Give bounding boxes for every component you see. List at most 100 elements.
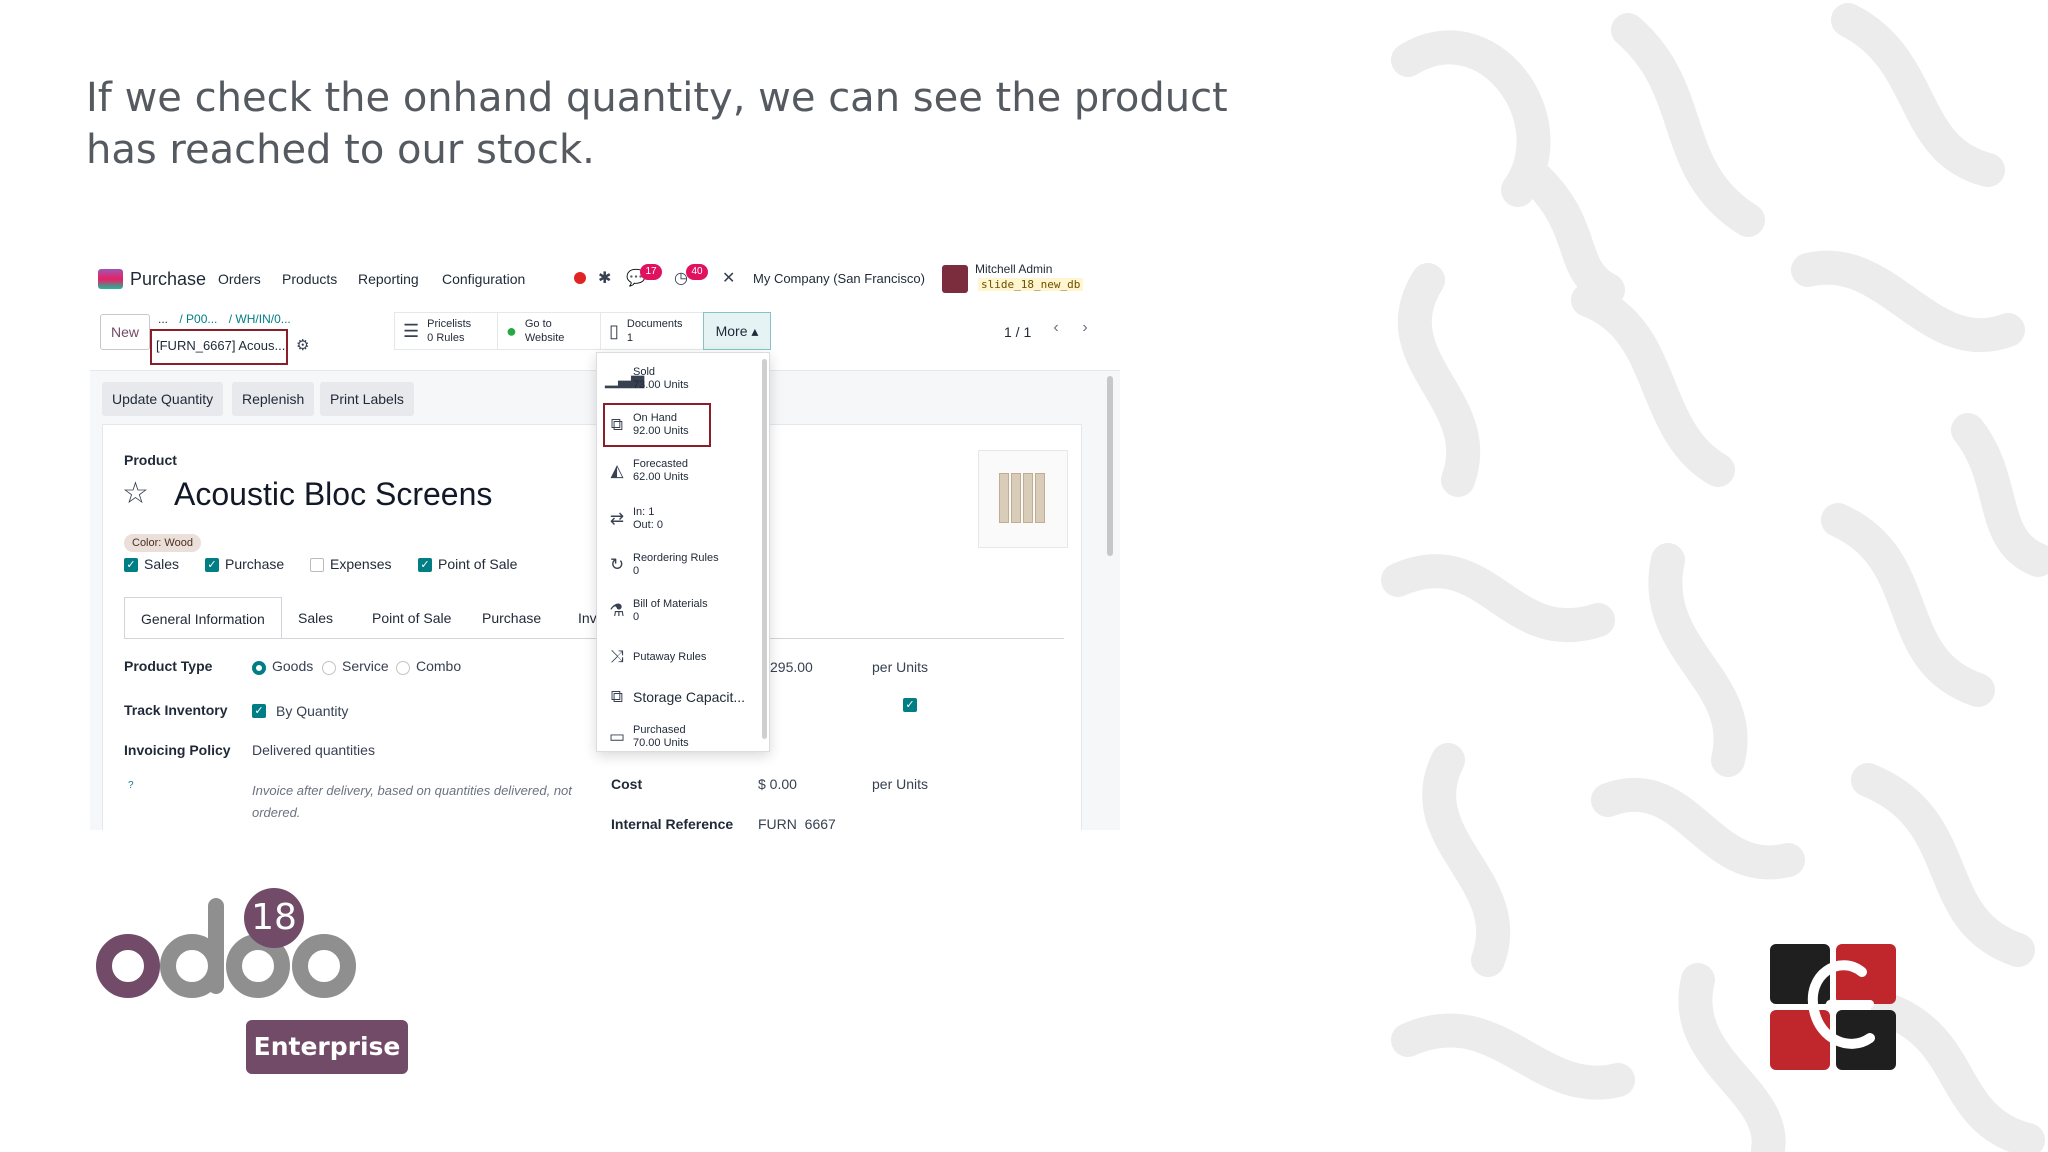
pricelists-button[interactable]: ☰ Pricelists 0 Rules bbox=[394, 312, 498, 350]
recording-dot-icon[interactable] bbox=[574, 272, 586, 284]
document-icon: ▯ bbox=[609, 320, 619, 341]
dropdown-storage-capacity[interactable]: ⧉ Storage Capacit... bbox=[605, 675, 755, 719]
cost-value[interactable]: $ 0.00 bbox=[758, 776, 797, 792]
go-to-website-button[interactable]: ● Go to Website bbox=[497, 312, 601, 350]
new-button[interactable]: New bbox=[100, 314, 150, 350]
cubes-icon: ⧉ bbox=[610, 687, 624, 706]
tab-general-information[interactable]: General Information bbox=[124, 597, 282, 639]
service-label: Service bbox=[342, 658, 389, 674]
tab-divider bbox=[124, 638, 1064, 639]
purchase-label: Purchase bbox=[225, 556, 285, 572]
company-logo bbox=[1770, 944, 1896, 1070]
refresh-icon: ↻ bbox=[609, 555, 625, 574]
company-switcher[interactable]: My Company (San Francisco) bbox=[753, 271, 925, 286]
track-inventory-label: Track Inventory bbox=[124, 702, 228, 718]
random-icon: ⤨ bbox=[610, 647, 624, 666]
track-inventory-checkbox[interactable]: ✓ bbox=[252, 704, 266, 718]
pager-prev-icon[interactable]: ‹ bbox=[1043, 314, 1069, 342]
documents-button[interactable]: ▯ Documents 1 bbox=[600, 312, 704, 350]
tools-icon[interactable]: ✕ bbox=[722, 268, 735, 288]
more-button[interactable]: More ▴ bbox=[703, 312, 771, 350]
combo-label: Combo bbox=[416, 658, 462, 674]
dropdown-scrollbar[interactable] bbox=[762, 359, 767, 739]
attribute-tag: Color: Wood bbox=[124, 534, 201, 552]
breadcrumb-po[interactable]: / P00... bbox=[179, 312, 217, 326]
purchase-checkbox[interactable]: ✓ bbox=[205, 558, 219, 572]
cost-label: Cost bbox=[611, 776, 643, 792]
record-name[interactable]: [FURN_6667] Acous... bbox=[150, 329, 288, 365]
user-name[interactable]: Mitchell Admin bbox=[975, 262, 1052, 276]
internal-reference-label: Internal Reference bbox=[611, 816, 734, 830]
avatar[interactable] bbox=[942, 265, 968, 293]
tab-purchase[interactable]: Purchase bbox=[466, 597, 557, 639]
breadcrumb-receipt[interactable]: / WH/IN/0... bbox=[229, 312, 291, 326]
globe-icon: ● bbox=[506, 320, 517, 341]
dropdown-on-hand[interactable]: ⧉ On Hand 92.00 Units bbox=[603, 403, 711, 447]
update-quantity-button[interactable]: Update Quantity bbox=[102, 382, 224, 416]
product-type-label: Product Type bbox=[124, 658, 213, 674]
menu-orders[interactable]: Orders bbox=[218, 271, 261, 287]
cubes-icon: ⧉ bbox=[610, 415, 624, 434]
area-chart-icon: ◭ bbox=[610, 461, 624, 480]
form-scrollbar[interactable] bbox=[1107, 376, 1113, 556]
menu-products[interactable]: Products bbox=[282, 271, 337, 287]
expenses-checkbox[interactable] bbox=[310, 558, 324, 572]
credit-card-icon: ▭ bbox=[608, 727, 626, 746]
product-image[interactable] bbox=[978, 450, 1068, 548]
gear-icon[interactable]: ⚙ bbox=[296, 336, 309, 354]
dropdown-sold[interactable]: ▁▃▅ Sold 73.00 Units bbox=[605, 357, 755, 401]
star-icon[interactable]: ☆ bbox=[122, 476, 149, 511]
tab-point-of-sale[interactable]: Point of Sale bbox=[356, 597, 467, 639]
sales-price-unit: per Units bbox=[872, 659, 929, 675]
exchange-icon: ⇄ bbox=[609, 509, 625, 528]
dropdown-reordering-rules[interactable]: ↻ Reordering Rules 0 bbox=[605, 543, 755, 587]
sales-price-value[interactable]: 295.00 bbox=[770, 659, 813, 675]
combo-radio[interactable] bbox=[396, 661, 410, 675]
taxes-checkbox[interactable]: ✓ bbox=[903, 698, 917, 712]
point-of-sale-label: Point of Sale bbox=[438, 556, 518, 572]
product-label: Product bbox=[124, 452, 177, 468]
decorative-pattern bbox=[1381, 3, 2048, 1152]
activity-badge: 40 bbox=[686, 264, 708, 280]
replenish-button[interactable]: Replenish bbox=[232, 382, 315, 416]
purchase-app-icon bbox=[98, 269, 123, 289]
enterprise-badge: Enterprise bbox=[246, 1020, 408, 1074]
cost-unit: per Units bbox=[872, 776, 929, 792]
goods-label: Goods bbox=[272, 658, 314, 674]
track-inventory-value[interactable]: By Quantity bbox=[276, 703, 348, 719]
list-icon: ☰ bbox=[403, 320, 420, 341]
slide-heading: If we check the onhand quantity, we can … bbox=[86, 75, 1228, 173]
dropdown-forecasted[interactable]: ◭ Forecasted 62.00 Units bbox=[605, 449, 755, 493]
expenses-label: Expenses bbox=[330, 556, 392, 572]
version-badge: 18 bbox=[244, 888, 304, 948]
breadcrumb-ellipsis[interactable]: ... bbox=[158, 312, 168, 326]
print-labels-button[interactable]: Print Labels bbox=[320, 382, 414, 416]
product-title[interactable]: Acoustic Bloc Screens bbox=[174, 476, 492, 513]
internal-reference-value[interactable]: FURN_6667 bbox=[758, 816, 836, 830]
help-icon[interactable]: ? bbox=[128, 780, 134, 791]
pager: 1 / 1 bbox=[1004, 324, 1032, 340]
invoicing-policy-value[interactable]: Delivered quantities bbox=[252, 742, 375, 758]
service-radio[interactable] bbox=[322, 661, 336, 675]
chat-badge: 17 bbox=[640, 264, 662, 280]
menu-configuration[interactable]: Configuration bbox=[442, 271, 525, 287]
dropdown-in-out[interactable]: ⇄ In: 1 Out: 0 bbox=[605, 497, 755, 541]
dropdown-bill-of-materials[interactable]: ⚗ Bill of Materials 0 bbox=[605, 589, 755, 633]
database-name: slide_18_new_db bbox=[978, 278, 1084, 291]
odoo-screenshot: Purchase Orders Products Reporting Confi… bbox=[90, 252, 1120, 830]
goods-radio[interactable] bbox=[252, 661, 266, 675]
bug-icon[interactable]: ✱ bbox=[598, 268, 611, 288]
breadcrumb: ... / P00... / WH/IN/0... bbox=[158, 312, 291, 326]
dropdown-putaway-rules[interactable]: ⤨ Putaway Rules bbox=[605, 635, 755, 679]
menu-reporting[interactable]: Reporting bbox=[358, 271, 419, 287]
pager-next-icon[interactable]: › bbox=[1072, 314, 1098, 342]
sales-checkbox[interactable]: ✓ bbox=[124, 558, 138, 572]
invoicing-policy-label: Invoicing Policy bbox=[124, 742, 231, 758]
bar-chart-icon: ▁▃▅ bbox=[605, 369, 645, 388]
tab-sales[interactable]: Sales bbox=[282, 597, 349, 639]
flask-icon: ⚗ bbox=[609, 601, 625, 620]
dropdown-purchased[interactable]: ▭ Purchased 70.00 Units bbox=[605, 715, 755, 751]
invoicing-hint: Invoice after delivery, based on quantit… bbox=[252, 783, 572, 820]
point-of-sale-checkbox[interactable]: ✓ bbox=[418, 558, 432, 572]
app-name[interactable]: Purchase bbox=[130, 269, 206, 290]
